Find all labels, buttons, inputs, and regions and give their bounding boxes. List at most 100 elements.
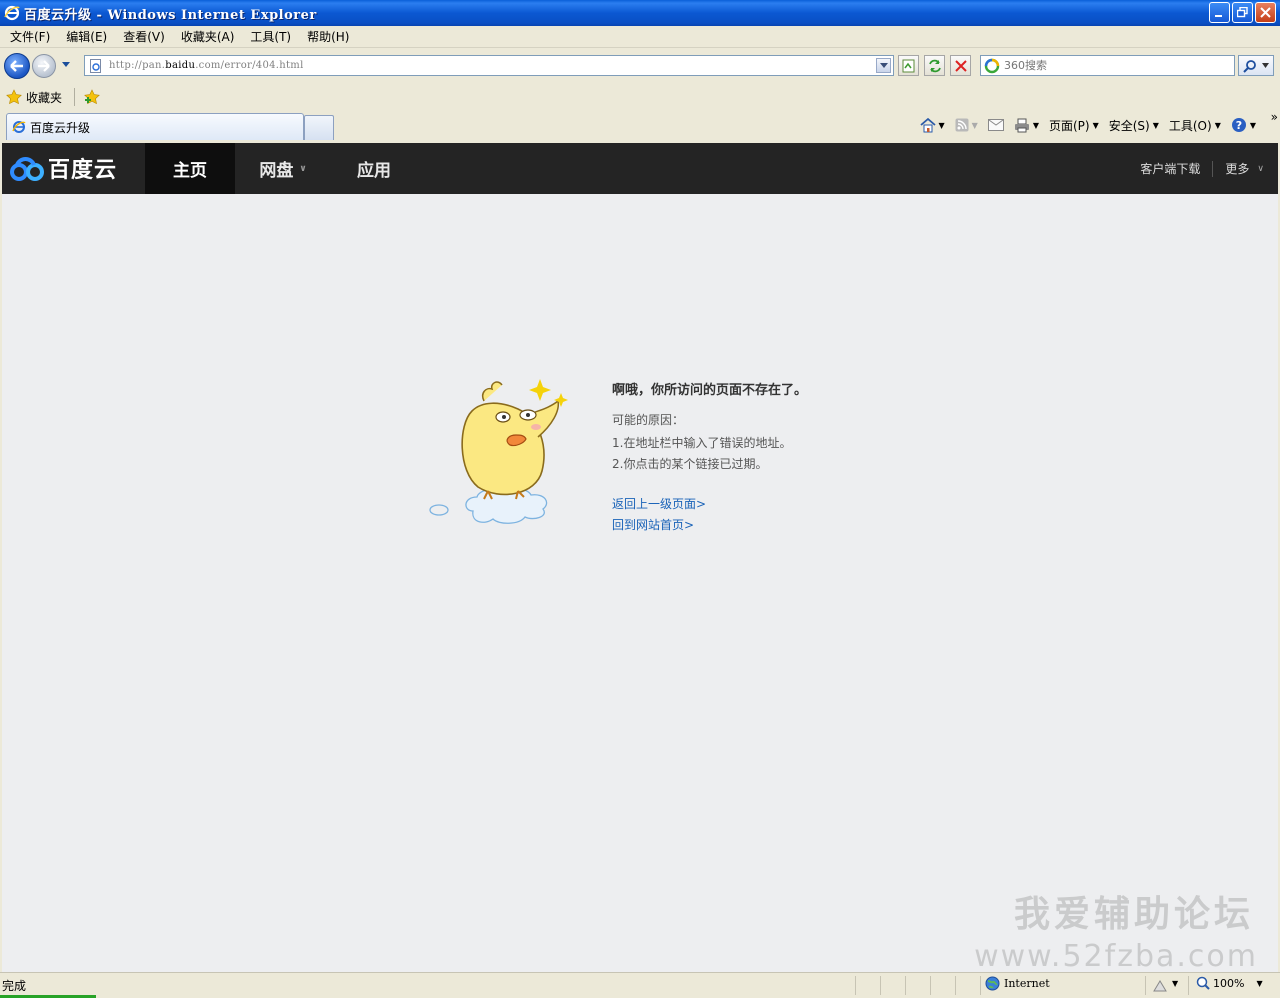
watermark-title: 我爱辅助论坛 <box>1013 894 1254 935</box>
favorites-star-icon[interactable] <box>6 89 22 105</box>
print-button[interactable]: ▼ <box>1014 118 1039 133</box>
recent-pages-dropdown-icon[interactable] <box>61 61 71 69</box>
mail-icon <box>987 119 1004 131</box>
home-dropdown-icon[interactable]: ▼ <box>939 121 945 130</box>
close-icon <box>1260 7 1271 18</box>
error-reasons-label: 可能的原因： <box>612 413 685 427</box>
search-options-icon <box>1261 63 1269 68</box>
page-dropdown-icon: ▼ <box>1092 120 1099 130</box>
restore-button[interactable] <box>1232 2 1253 23</box>
compatibility-icon <box>902 59 914 72</box>
help-icon: ? <box>1231 118 1246 132</box>
forward-button[interactable] <box>32 54 56 78</box>
client-download-link[interactable]: 客户端下载 <box>1140 160 1200 177</box>
back-arrow-icon <box>10 60 23 72</box>
status-divider <box>980 976 981 995</box>
back-button[interactable] <box>4 53 30 79</box>
stop-icon <box>954 59 967 72</box>
tab-active[interactable]: 百度云升级 <box>6 113 304 140</box>
menu-favorites[interactable]: 收藏夹(A) <box>175 27 241 47</box>
site-logo[interactable]: 百度云 <box>8 152 117 184</box>
error-reason-1: 1.在地址栏中输入了错误的地址。 <box>612 436 792 450</box>
minimize-button[interactable] <box>1209 2 1230 23</box>
svg-text:?: ? <box>1236 119 1242 132</box>
menu-view[interactable]: 查看(V) <box>117 27 171 47</box>
forward-arrow-icon <box>38 60 50 72</box>
menu-help[interactable]: 帮助(H) <box>301 27 355 47</box>
chevron-down-icon <box>879 63 888 68</box>
safety-dropdown-icon: ▼ <box>1152 120 1159 130</box>
security-zone[interactable]: Internet <box>985 976 1050 991</box>
page-viewport: 百度云 主页 网盘 ∨ 应用 客户端下载 更多 ∨ 啊哦，你所访问的页面不存在了… <box>2 143 1278 972</box>
status-divider <box>855 976 856 995</box>
chevron-down-icon: ∨ <box>1257 163 1264 174</box>
window-controls <box>1209 2 1276 23</box>
refresh-button[interactable] <box>924 55 945 76</box>
add-to-favorites-bar-icon[interactable] <box>83 89 101 105</box>
menu-edit[interactable]: 编辑(E) <box>60 27 113 47</box>
nav-apps[interactable]: 应用 <box>330 143 418 194</box>
print-dropdown-icon[interactable]: ▼ <box>1033 121 1039 130</box>
refresh-icon <box>928 59 941 72</box>
nav-netdisk[interactable]: 网盘 ∨ <box>240 143 326 194</box>
protected-mode-icon[interactable] <box>1152 979 1168 993</box>
command-bar-overflow[interactable]: » <box>1271 110 1278 124</box>
nav-divider <box>1212 160 1214 177</box>
nav-home-label: 主页 <box>173 161 207 181</box>
back-to-home-link[interactable]: 回到网站首页> <box>612 516 694 533</box>
search-icon <box>1243 59 1257 73</box>
restore-icon <box>1237 7 1248 18</box>
zoom-dropdown-icon[interactable]: ▼ <box>1256 979 1262 988</box>
zoom-icon <box>1196 976 1210 990</box>
window-title-bar[interactable]: 百度云升级 - Windows Internet Explorer <box>0 0 1280 26</box>
status-divider <box>880 976 881 995</box>
chevron-down-icon: ∨ <box>299 163 307 174</box>
menu-bar: 文件(F) 编辑(E) 查看(V) 收藏夹(A) 工具(T) 帮助(H) <box>0 26 1280 48</box>
feeds-dropdown-icon[interactable]: ▼ <box>972 121 978 130</box>
address-dropdown-button[interactable] <box>876 58 891 73</box>
watermark-url: www.52fzba.com <box>974 939 1258 972</box>
site-nav-right: 客户端下载 更多 ∨ <box>1140 143 1264 194</box>
back-to-previous-link[interactable]: 返回上一级页面> <box>612 495 706 512</box>
search-field[interactable] <box>980 55 1235 76</box>
tab-title: 百度云升级 <box>30 120 91 135</box>
page-icon <box>90 58 101 73</box>
help-dropdown-icon[interactable]: ▼ <box>1250 121 1256 130</box>
compatibility-view-button[interactable] <box>898 55 919 76</box>
status-divider <box>1188 976 1189 995</box>
menu-file[interactable]: 文件(F) <box>4 27 56 47</box>
favorites-bar: 收藏夹 <box>0 84 1280 110</box>
error-reason-2: 2.你点击的某个链接已过期。 <box>612 457 768 471</box>
new-tab-button[interactable] <box>304 115 334 140</box>
feeds-button[interactable]: ▼ <box>955 118 978 132</box>
site-navbar: 百度云 主页 网盘 ∨ 应用 客户端下载 更多 ∨ <box>2 143 1278 194</box>
status-divider <box>930 976 931 995</box>
mail-button[interactable] <box>987 119 1004 131</box>
safety-menu-label: 安全(S) <box>1108 118 1150 133</box>
page-menu-label: 页面(P) <box>1048 118 1090 133</box>
search-button[interactable] <box>1238 55 1274 76</box>
home-button[interactable]: ▼ <box>919 117 945 133</box>
favorites-label[interactable]: 收藏夹 <box>26 89 62 106</box>
globe-icon <box>985 976 1000 991</box>
nav-netdisk-label: 网盘 <box>259 161 294 181</box>
address-field[interactable]: http://pan.baidu.com/error/404.html <box>84 55 894 76</box>
zoom-control[interactable]: 100% ▼ <box>1196 976 1263 990</box>
search-input[interactable] <box>1004 59 1204 72</box>
status-divider <box>1145 976 1146 995</box>
stop-button[interactable] <box>950 55 971 76</box>
page-menu[interactable]: 页面(P) ▼ <box>1049 117 1099 134</box>
tools-menu-label: 工具(O) <box>1168 118 1212 133</box>
nav-home[interactable]: 主页 <box>145 143 235 194</box>
site-logo-text: 百度云 <box>48 158 118 183</box>
menu-tools[interactable]: 工具(T) <box>244 27 297 47</box>
tools-menu[interactable]: 工具(O) ▼ <box>1169 117 1221 134</box>
address-url: http://pan.baidu.com/error/404.html <box>109 60 304 71</box>
help-button[interactable]: ? ▼ <box>1231 117 1256 133</box>
safety-menu[interactable]: 安全(S) ▼ <box>1109 117 1159 134</box>
close-window-button[interactable] <box>1255 2 1276 23</box>
baidu-cloud-logo-icon <box>10 157 44 181</box>
protected-mode-dropdown-icon[interactable]: ▼ <box>1172 979 1178 988</box>
security-zone-label: Internet <box>1004 977 1050 990</box>
more-menu[interactable]: 更多 <box>1225 160 1249 177</box>
